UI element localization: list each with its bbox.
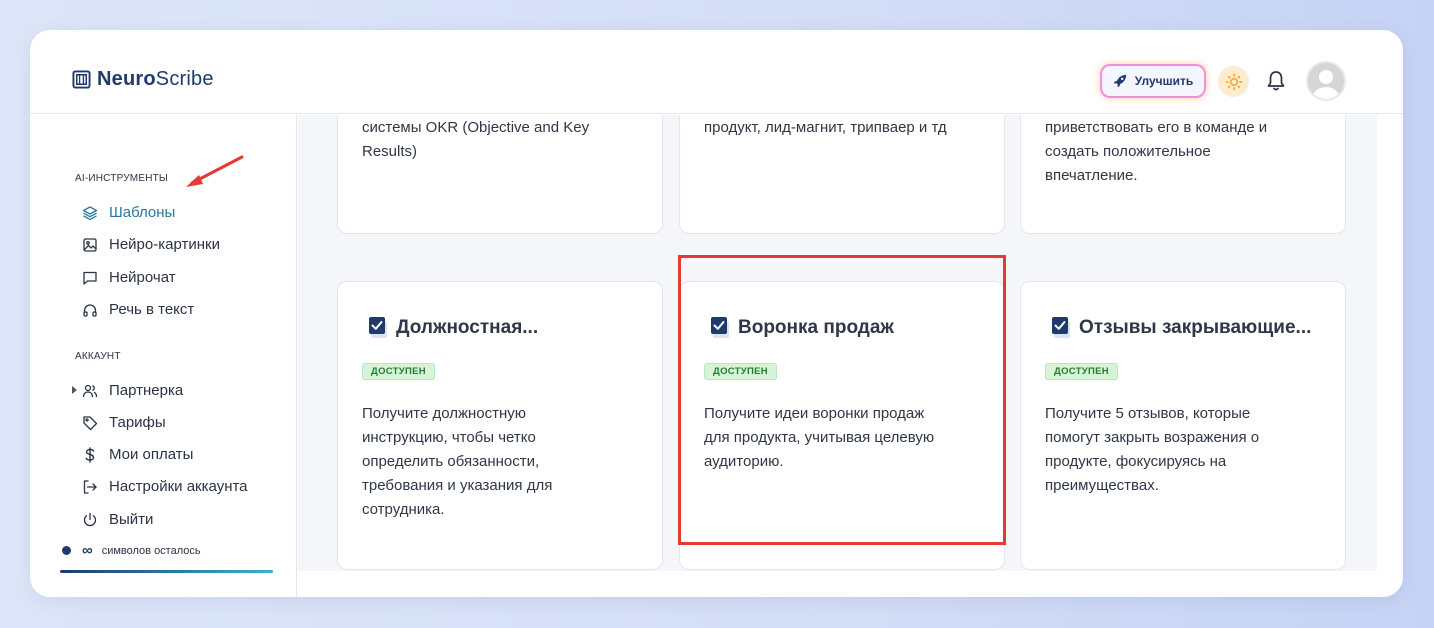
sidebar-item-speech-to-text[interactable]: Речь в текст xyxy=(82,301,194,318)
checkbox-icon xyxy=(1052,317,1070,338)
sidebar-item-my-payments[interactable]: Мои оплаты xyxy=(82,446,193,463)
card-description: Получите идеи воронки продаж для продукт… xyxy=(704,405,935,470)
card-description: продукт, лид-магнит, трипваер и тд xyxy=(704,119,947,136)
checkbox-icon xyxy=(711,317,729,338)
expand-caret-icon[interactable] xyxy=(72,386,77,394)
status-badge: ДОСТУПЕН xyxy=(362,363,435,380)
card-description: Получите должностную инструкцию, чтобы ч… xyxy=(362,405,553,518)
image-icon xyxy=(83,237,97,252)
headphones-icon xyxy=(83,303,97,317)
layers-icon xyxy=(82,205,98,220)
card-header: Отзывы закрывающие... xyxy=(1051,316,1311,340)
sidebar-item-label: Тарифы xyxy=(109,414,166,431)
red-arrow-annotation xyxy=(186,155,244,187)
tag-icon xyxy=(83,415,98,430)
card-title: Воронка продаж xyxy=(738,317,894,338)
dollar-icon xyxy=(85,446,95,463)
user-avatar-icon xyxy=(1308,63,1344,99)
sidebar-item-logout[interactable]: Выйти xyxy=(82,511,153,528)
sidebar: AI-ИНСТРУМЕНТЫ Шаблоны Нейро-картинки Не… xyxy=(30,115,297,597)
card-header: Воронка продаж xyxy=(710,316,894,340)
theme-toggle-button[interactable] xyxy=(1218,66,1249,97)
checkbox-icon xyxy=(369,317,387,338)
template-card-job-description[interactable]: Должностная... ДОСТУПЕН Получите должнос… xyxy=(337,281,663,570)
characters-remaining: ∞ символов осталось xyxy=(62,542,201,559)
card-title: Должностная... xyxy=(396,317,539,338)
sidebar-item-label: Шаблоны xyxy=(109,204,176,221)
login-icon xyxy=(83,479,97,494)
status-badge: ДОСТУПЕН xyxy=(1045,363,1118,380)
sidebar-item-label: Выйти xyxy=(109,511,154,528)
sidebar-item-label: Нейрочат xyxy=(109,269,176,286)
top-header: NeuroScribe Улучшить xyxy=(30,30,1403,114)
sidebar-item-label: Настройки аккаунта xyxy=(109,478,248,495)
section-title-account: АККАУНТ xyxy=(75,351,121,362)
template-card-okr[interactable]: системы OKR (Objective and Key Results) xyxy=(337,115,663,234)
chat-icon xyxy=(83,271,97,285)
users-icon xyxy=(82,384,98,397)
templates-grid: системы OKR (Objective and Key Results) … xyxy=(298,115,1377,571)
infinity-symbol: ∞ xyxy=(82,542,93,559)
card-header: Должностная... xyxy=(368,316,538,340)
template-card-sales-funnel[interactable]: Воронка продаж ДОСТУПЕН Получите идеи во… xyxy=(679,281,1005,570)
logo[interactable]: NeuroScribe xyxy=(72,68,214,91)
sidebar-item-partners[interactable]: Партнерка xyxy=(72,382,184,399)
status-dot xyxy=(62,546,71,555)
sidebar-item-label: Нейро-картинки xyxy=(109,236,220,253)
card-description: Получите 5 отзывов, которые помогут закр… xyxy=(1045,405,1260,494)
sidebar-item-templates[interactable]: Шаблоны xyxy=(82,204,175,221)
card-title: Отзывы закрывающие... xyxy=(1079,317,1312,338)
sidebar-item-neuro-images[interactable]: Нейро-картинки xyxy=(82,236,220,253)
template-card-closing-reviews[interactable]: Отзывы закрывающие... ДОСТУПЕН Получите … xyxy=(1020,281,1346,570)
sidebar-item-tariffs[interactable]: Тарифы xyxy=(82,414,166,431)
upgrade-label: Улучшить xyxy=(1134,74,1194,88)
card-description: приветствовать его в команде и создать п… xyxy=(1045,119,1268,184)
status-badge: ДОСТУПЕН xyxy=(704,363,777,380)
card-description: системы OKR (Objective and Key Results) xyxy=(362,119,590,160)
characters-remaining-label: символов осталось xyxy=(101,544,201,557)
sidebar-item-label: Партнерка xyxy=(109,382,184,399)
characters-progress-bar xyxy=(60,570,273,573)
sidebar-item-label: Мои оплаты xyxy=(109,446,194,463)
template-card-onboarding[interactable]: приветствовать его в команде и создать п… xyxy=(1020,115,1346,234)
logo-text: NeuroScribe xyxy=(97,68,214,90)
sidebar-item-account-settings[interactable]: Настройки аккаунта xyxy=(82,478,248,495)
sidebar-item-neurochat[interactable]: Нейрочат xyxy=(82,269,176,286)
upgrade-button[interactable]: Улучшить xyxy=(1102,66,1204,96)
template-card-product[interactable]: продукт, лид-магнит, трипваер и тд xyxy=(679,115,1005,234)
power-icon xyxy=(83,512,97,526)
bell-icon[interactable] xyxy=(1266,70,1286,92)
avatar[interactable] xyxy=(1306,61,1346,101)
app-window: NeuroScribe Улучшить AI-ИНСТРУМЕНТЫ Шабл… xyxy=(30,30,1403,597)
logo-icon xyxy=(72,70,91,89)
sun-icon xyxy=(1225,73,1242,90)
sidebar-item-label: Речь в текст xyxy=(109,301,195,318)
section-title-ai: AI-ИНСТРУМЕНТЫ xyxy=(75,173,168,184)
rocket-icon xyxy=(1113,74,1126,88)
